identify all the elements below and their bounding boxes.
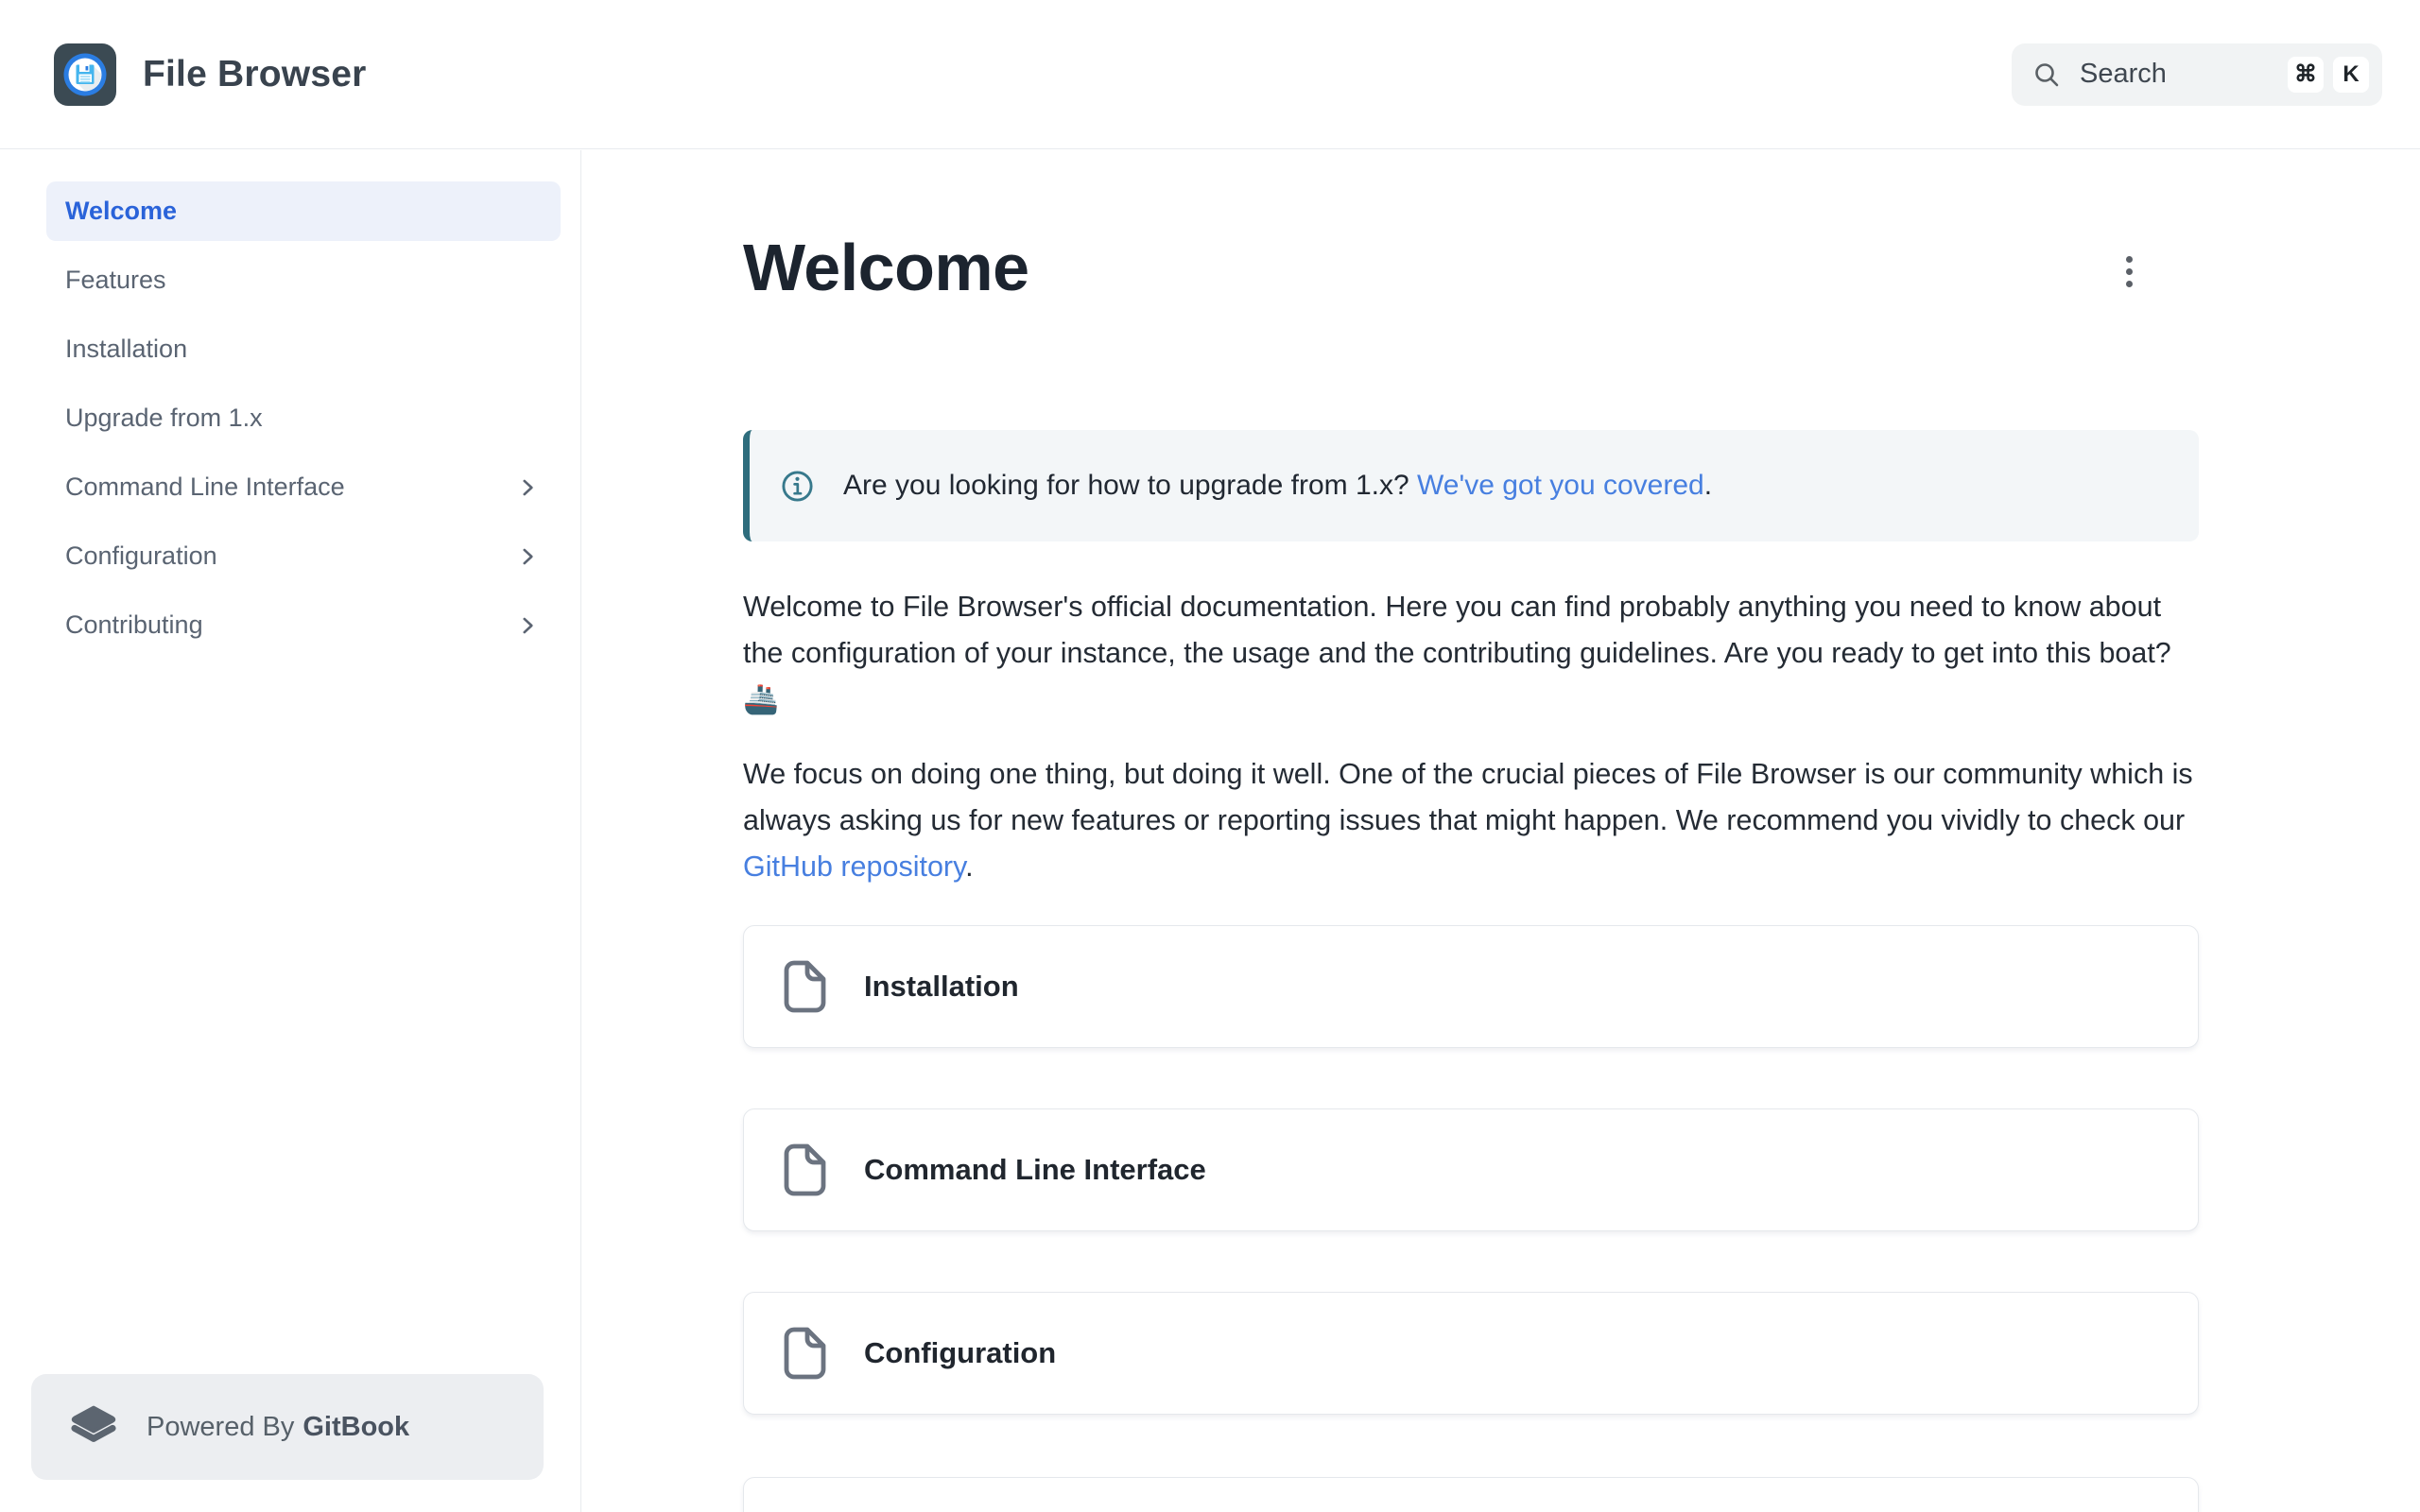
chevron-right-icon[interactable]: [515, 613, 540, 638]
search-icon: [2032, 60, 2061, 89]
powered-by-gitbook-badge[interactable]: Powered By GitBook: [31, 1374, 544, 1480]
sidebar-item-label: Installation: [65, 335, 187, 364]
upgrade-covered-link[interactable]: We've got you covered: [1417, 470, 1704, 501]
chevron-right-icon[interactable]: [515, 544, 540, 569]
page-card-command-line-interface[interactable]: Command Line Interface: [743, 1108, 2199, 1231]
app-header: File Browser Search ⌘ K: [0, 0, 2420, 149]
sidebar-item-label: Configuration: [65, 541, 217, 571]
page-card-installation[interactable]: Installation: [743, 925, 2199, 1048]
file-icon: [779, 960, 828, 1013]
sidebar: Welcome Features Installation Upgrade fr…: [0, 150, 581, 1512]
paragraph-text: .: [965, 850, 973, 883]
page-card-partial[interactable]: [743, 1477, 2199, 1512]
sidebar-nav: Welcome Features Installation Upgrade fr…: [0, 150, 580, 655]
file-browser-logo-icon: [54, 43, 116, 106]
sidebar-item-contributing[interactable]: Contributing: [46, 595, 561, 655]
paragraph-text: We focus on doing one thing, but doing i…: [743, 758, 2193, 836]
intro-paragraph: Welcome to File Browser's official docum…: [743, 584, 2206, 723]
card-label: Command Line Interface: [864, 1153, 1206, 1187]
sidebar-item-welcome[interactable]: Welcome: [46, 181, 561, 241]
app-title: File Browser: [143, 54, 366, 95]
sidebar-item-upgrade-from-1x[interactable]: Upgrade from 1.x: [46, 388, 561, 448]
keycap-cmd: ⌘: [2288, 57, 2324, 93]
kebab-dot: [2126, 268, 2133, 275]
kebab-dot: [2126, 281, 2133, 287]
sidebar-item-label: Features: [65, 266, 166, 295]
sidebar-item-label: Command Line Interface: [65, 472, 345, 502]
sidebar-item-features[interactable]: Features: [46, 250, 561, 310]
sidebar-item-label: Welcome: [65, 197, 177, 226]
powered-by-label: Powered By: [147, 1412, 294, 1442]
chevron-right-icon[interactable]: [515, 475, 540, 500]
page-title: Welcome: [743, 230, 1029, 305]
sidebar-item-installation[interactable]: Installation: [46, 319, 561, 379]
community-paragraph: We focus on doing one thing, but doing i…: [743, 751, 2206, 890]
sidebar-item-command-line-interface[interactable]: Command Line Interface: [46, 457, 561, 517]
file-icon: [779, 1327, 828, 1380]
page-actions-button[interactable]: [2106, 245, 2152, 298]
paragraph-text: Welcome to File Browser's official docum…: [743, 591, 2171, 715]
callout-text-prefix: Are you looking for how to upgrade from …: [843, 470, 1417, 501]
page-card-configuration[interactable]: Configuration: [743, 1292, 2199, 1415]
github-repository-link[interactable]: GitHub repository: [743, 850, 965, 883]
gitbook-brand-label: GitBook: [302, 1412, 409, 1442]
callout-text-suffix: .: [1704, 470, 1712, 501]
callout-text: Are you looking for how to upgrade from …: [843, 470, 1712, 502]
file-icon: [779, 1143, 828, 1196]
search-bar[interactable]: Search ⌘ K: [2012, 43, 2382, 106]
kebab-dot: [2126, 256, 2133, 263]
sidebar-item-configuration[interactable]: Configuration: [46, 526, 561, 586]
sidebar-item-label: Upgrade from 1.x: [65, 404, 263, 433]
search-shortcut: ⌘ K: [2288, 57, 2369, 93]
keycap-k: K: [2333, 57, 2369, 93]
gitbook-icon: [67, 1400, 120, 1453]
search-placeholder: Search: [2080, 59, 2167, 90]
brand-home-link[interactable]: File Browser: [54, 43, 366, 106]
card-label: Configuration: [864, 1336, 1056, 1370]
sidebar-item-label: Contributing: [65, 610, 203, 640]
card-label: Installation: [864, 970, 1019, 1004]
main-content: Welcome Are you looking for how to upgra…: [582, 150, 2420, 1512]
info-icon: [780, 469, 815, 504]
info-callout: Are you looking for how to upgrade from …: [743, 430, 2199, 541]
